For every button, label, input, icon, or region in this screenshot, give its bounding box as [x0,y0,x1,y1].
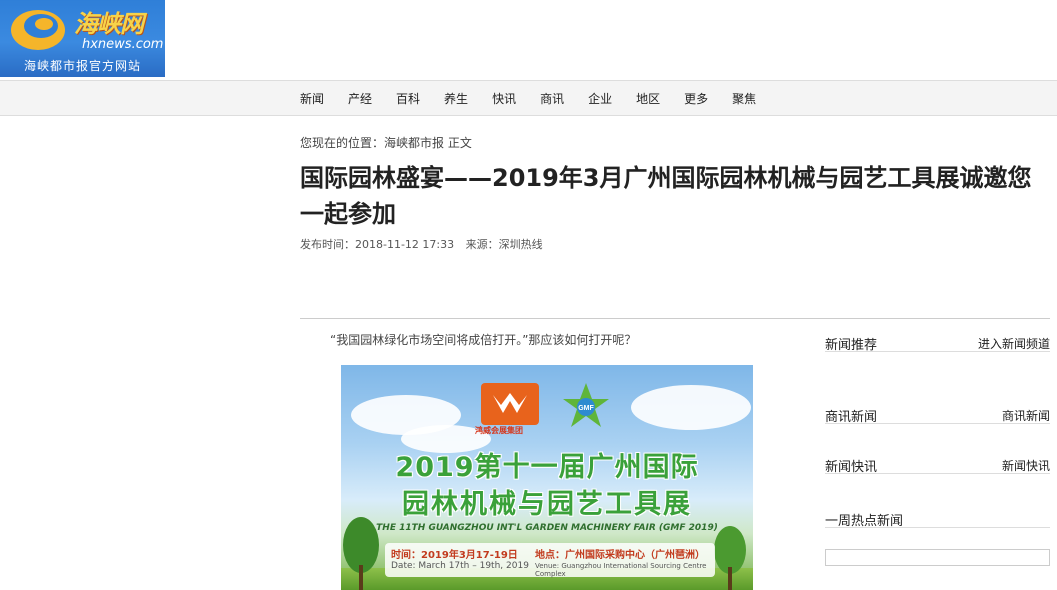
publish-time: 发布时间：2018-11-12 17:33 [300,238,455,251]
sidebar-news-flash: 新闻快讯 新闻快讯 [825,442,1050,475]
banner-title-line2: 园林机械与园艺工具展 [402,489,692,520]
business-news-link[interactable]: 商讯新闻 [1002,407,1050,424]
nav-item-business[interactable]: 商讯 [540,90,564,107]
article-lead: “我国园林绿化市场空间将成倍打开。”那应该如何打开呢？ [330,333,637,347]
sidebar-heading: 一周热点新闻 [825,514,904,529]
nav-item-flash[interactable]: 快讯 [492,90,516,107]
tree-icon [343,517,379,590]
logo-brand-en: hxnews.com [82,37,164,52]
logo-brand-cn: 海峡网 [74,10,144,38]
article-source: 来源：深圳热线 [465,238,543,251]
gmf-label: GMF [578,405,594,412]
article-meta: 发布时间：2018-11-12 17:33 来源：深圳热线 [300,236,551,252]
article-title: 国际园林盛宴——2019年3月广州国际园林机械与园艺工具展诚邀您一起参加 [300,164,1032,228]
nav-item-more[interactable]: 更多 [684,90,708,107]
banner-venue: 地点：广州国际采购中心（广州琶洲） [535,550,705,561]
logo-swirl-icon [11,10,65,50]
enter-news-channel-link[interactable]: 进入新闻频道 [978,335,1050,352]
sidebar-news-recommend: 新闻推荐 进入新闻频道 [825,320,1050,353]
article-banner-image: 鸿威会展集团 GMF 2019第十一届广州国际 园林机械与园艺工具展 THE 1… [341,365,753,590]
news-flash-link[interactable]: 新闻快讯 [1002,457,1050,474]
organizer-name: 鸿威会展集团 [475,426,523,435]
banner-info-box: 时间：2019年3月17-19日 Date: March 17th – 19th… [385,543,715,578]
banner-venue-en: Venue: Guangzhou International Sourcing … [535,562,707,578]
sidebar-heading: 新闻快讯 [825,460,878,475]
sidebar-heading: 商讯新闻 [825,410,878,425]
phoenix-icon [493,393,527,413]
nav-item-encyclopedia[interactable]: 百科 [396,90,420,107]
nav-item-focus[interactable]: 聚焦 [732,90,756,107]
nav-list: 新闻 产经 百科 养生 快讯 商讯 企业 地区 更多 聚焦 [300,81,780,115]
cloud-shape [631,385,751,430]
sidebar-hot-list-box [825,549,1050,566]
sidebar-weekly-hot: 一周热点新闻 [825,496,1050,529]
breadcrumb[interactable]: 您现在的位置：海峡都市报 正文 [300,134,472,151]
site-logo[interactable]: 海峡网 hxnews.com 海峡都市报官方网站 [0,0,165,77]
banner-date-en: Date: March 17th – 19th, 2019 [391,561,529,571]
banner-title-en: THE 11TH GUANGZHOU INT'L GARDEN MACHINER… [376,523,718,533]
banner-title-line1: 2019第十一届广州国际 [395,452,699,483]
nav-item-news[interactable]: 新闻 [300,90,324,107]
organizer-logo [481,383,539,425]
sidebar-business-news: 商讯新闻 商讯新闻 [825,392,1050,425]
nav-item-industry[interactable]: 产经 [348,90,372,107]
banner-date: 时间：2019年3月17-19日 [391,550,518,561]
sidebar-heading: 新闻推荐 [825,338,878,353]
main-nav: 新闻 产经 百科 养生 快讯 商讯 企业 地区 更多 聚焦 [0,80,1057,116]
content-divider [300,318,1050,319]
nav-item-region[interactable]: 地区 [636,90,660,107]
nav-item-health[interactable]: 养生 [444,90,468,107]
gmf-star-icon: GMF [563,383,609,427]
logo-slogan: 海峡都市报官方网站 [23,59,141,73]
nav-item-enterprise[interactable]: 企业 [588,90,612,107]
